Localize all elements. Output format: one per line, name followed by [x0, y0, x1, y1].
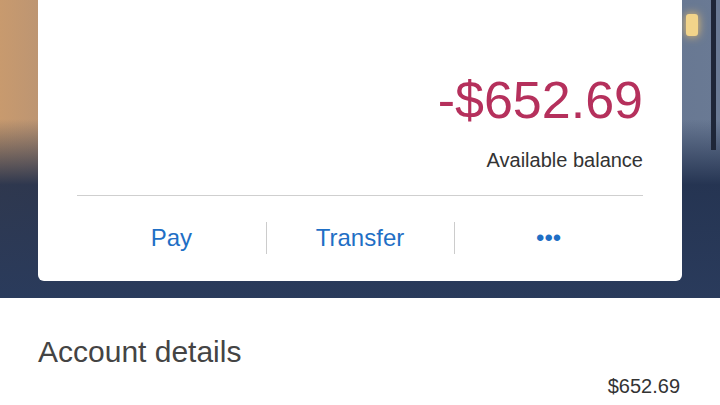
action-button[interactable]: ••• [454, 196, 643, 280]
balance-label: Available balance [77, 147, 643, 173]
divider [77, 195, 643, 196]
balance-amount: -$652.69 [77, 70, 643, 130]
action-bar: PayTransfer••• [77, 196, 643, 280]
section-title: Account details [38, 332, 680, 372]
action-button[interactable]: Pay [77, 196, 266, 280]
lamp-post-icon [711, 0, 716, 150]
detail-value: $652.69 [608, 375, 680, 398]
account-details: Account details $652.69 [0, 298, 720, 400]
action-button[interactable]: Transfer [266, 196, 455, 280]
detail-row: $652.69 [38, 372, 680, 400]
balance-card: -$652.69 Available balance PayTransfer••• [38, 0, 682, 281]
header-photo: -$652.69 Available balance PayTransfer••• [0, 0, 720, 298]
lamp-icon [686, 14, 698, 36]
